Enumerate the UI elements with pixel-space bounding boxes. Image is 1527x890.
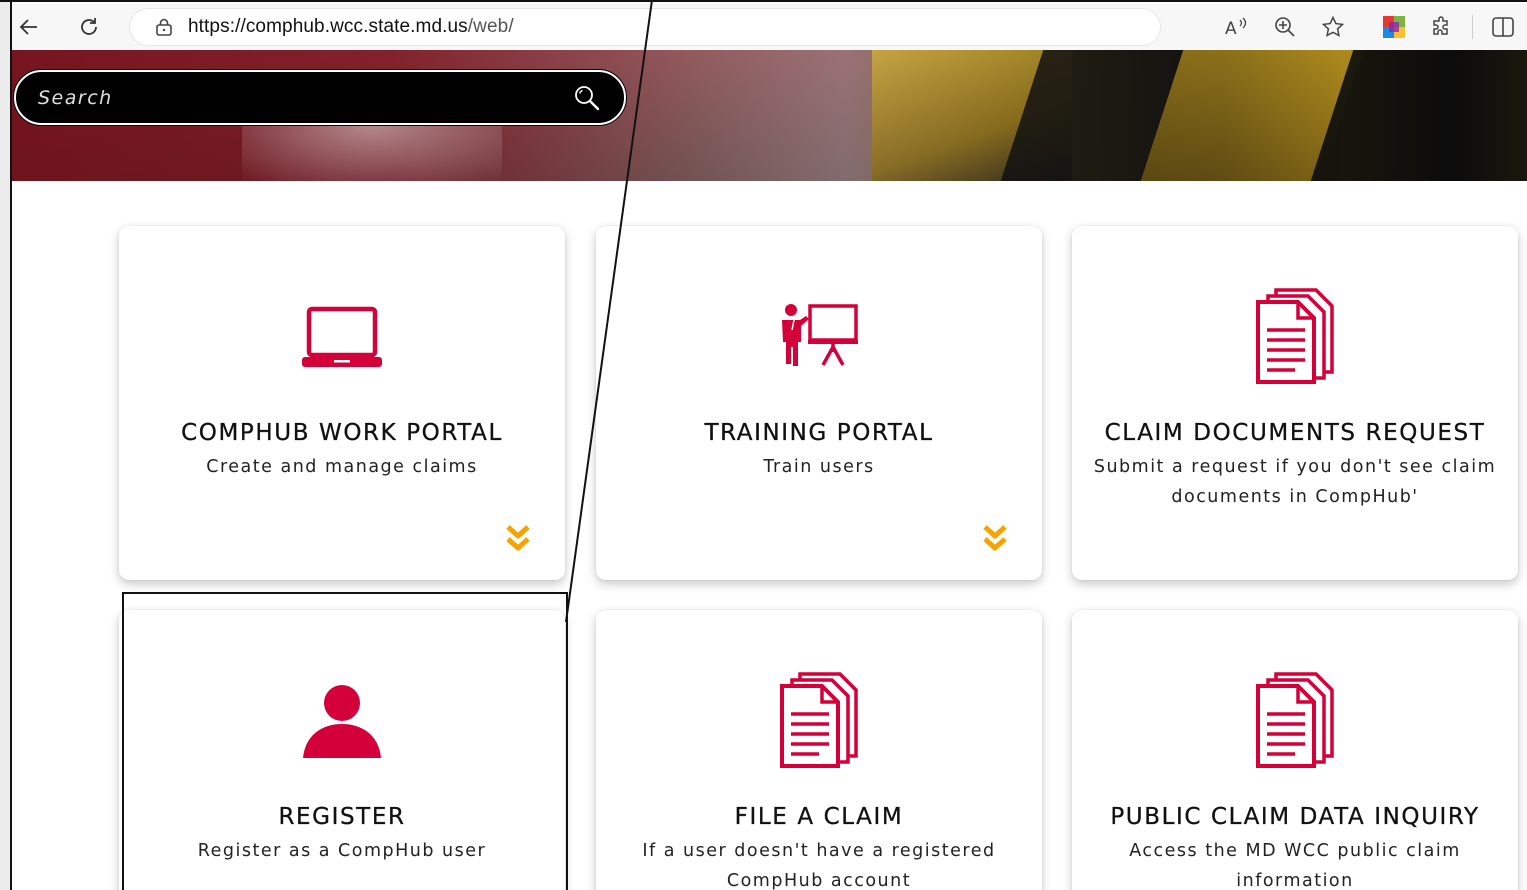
svg-text:A: A bbox=[1225, 19, 1237, 38]
card-comphub-work-portal[interactable]: COMPHUB WORK PORTAL Create and manage cl… bbox=[119, 226, 565, 580]
extension-colorful-button[interactable] bbox=[1370, 4, 1418, 50]
card-register[interactable]: REGISTER Register as a CompHub user bbox=[119, 610, 565, 890]
chevron-double-down-icon[interactable] bbox=[505, 524, 531, 554]
card-title: FILE A CLAIM bbox=[734, 804, 904, 830]
browser-toolbar: https://comphub.wcc.state.md.us/web/ A bbox=[12, 4, 1527, 50]
laptop-icon bbox=[119, 304, 565, 370]
card-title: CLAIM DOCUMENTS REQUEST bbox=[1104, 420, 1486, 446]
documents-icon bbox=[596, 672, 1042, 770]
read-aloud-button[interactable]: A bbox=[1213, 4, 1261, 50]
lock-icon bbox=[156, 18, 172, 36]
card-description: Create and manage claims bbox=[206, 457, 478, 477]
user-icon bbox=[119, 684, 565, 760]
card-description: Register as a CompHub user bbox=[197, 841, 487, 861]
favorite-button[interactable] bbox=[1309, 4, 1357, 50]
star-icon bbox=[1321, 15, 1345, 37]
url-host: https://comphub.wcc.state.md.us bbox=[188, 16, 468, 37]
card-title: TRAINING PORTAL bbox=[704, 420, 934, 446]
card-training-portal[interactable]: TRAINING PORTAL Train users bbox=[596, 226, 1042, 580]
puzzle-icon bbox=[1433, 16, 1448, 35]
toolbar-separator bbox=[1472, 15, 1473, 39]
card-file-a-claim[interactable]: FILE A CLAIM If a user doesn't have a re… bbox=[596, 610, 1042, 890]
toolbar-separator bbox=[1363, 15, 1364, 39]
refresh-icon bbox=[81, 18, 97, 35]
card-title: REGISTER bbox=[278, 804, 406, 830]
card-description: If a user doesn't have a registered Comp… bbox=[642, 841, 996, 890]
url-path: /web/ bbox=[467, 16, 514, 37]
card-description: Train users bbox=[763, 457, 875, 477]
left-frame-edge bbox=[0, 0, 12, 890]
search-input[interactable] bbox=[38, 86, 572, 109]
address-bar[interactable]: https://comphub.wcc.state.md.us/web/ bbox=[130, 9, 1160, 45]
extensions-button[interactable] bbox=[1418, 4, 1466, 50]
presenter-icon bbox=[596, 302, 1042, 372]
chevron-double-down-icon[interactable] bbox=[982, 524, 1008, 554]
colorful-extension-icon bbox=[1383, 16, 1405, 38]
card-description: Submit a request if you don't see claim … bbox=[1093, 457, 1497, 507]
zoom-button[interactable] bbox=[1261, 4, 1309, 50]
refresh-button[interactable] bbox=[72, 10, 106, 44]
card-description: Access the MD WCC public claim informati… bbox=[1129, 841, 1461, 890]
search-bar[interactable] bbox=[14, 70, 626, 125]
back-button[interactable] bbox=[12, 10, 46, 44]
card-title: COMPHUB WORK PORTAL bbox=[181, 420, 503, 446]
top-frame-edge bbox=[0, 0, 1527, 5]
search-icon[interactable] bbox=[572, 83, 602, 113]
split-screen-button[interactable] bbox=[1479, 4, 1527, 50]
card-title: PUBLIC CLAIM DATA INQUIRY bbox=[1110, 804, 1480, 830]
documents-icon bbox=[1072, 288, 1518, 386]
url-text: https://comphub.wcc.state.md.us/web/ bbox=[188, 16, 514, 38]
card-claim-documents-request[interactable]: CLAIM DOCUMENTS REQUEST Submit a request… bbox=[1072, 226, 1518, 580]
card-public-claim-data-inquiry[interactable]: PUBLIC CLAIM DATA INQUIRY Access the MD … bbox=[1072, 610, 1518, 890]
read-aloud-icon: A bbox=[1225, 17, 1247, 38]
documents-icon bbox=[1072, 672, 1518, 770]
split-screen-icon bbox=[1492, 17, 1514, 37]
zoom-in-icon bbox=[1275, 17, 1295, 37]
toolbar-actions: A bbox=[1213, 4, 1527, 50]
back-arrow-icon bbox=[19, 19, 37, 35]
